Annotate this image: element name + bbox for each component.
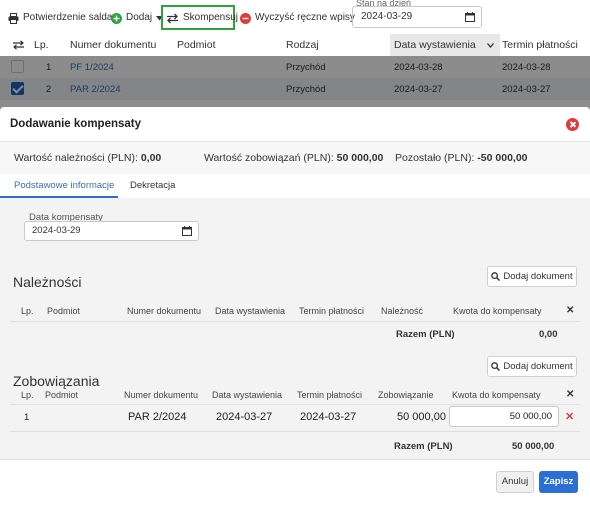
header-numer-dokumentu: Numer dokumentu	[127, 306, 202, 316]
dialog-title: Dodawanie kompensaty	[10, 118, 142, 130]
add-liability-document-button[interactable]: Dodaj dokument	[487, 356, 577, 377]
calendar-icon[interactable]	[182, 226, 192, 236]
divider	[10, 321, 580, 322]
header-lp[interactable]: Lp.	[34, 39, 49, 51]
receivables-title: Należności	[13, 274, 82, 290]
close-icon[interactable]	[566, 118, 579, 131]
liabilities-total-label: Razem (PLN)	[394, 441, 453, 452]
row-termin-platnosci: 2024-03-27	[300, 411, 357, 423]
header-podmiot: Podmiot	[47, 306, 81, 316]
dialog-tabs: Podstawowe informacje Dekretacja	[0, 174, 590, 198]
row-lp: 1	[24, 412, 30, 423]
header-data-wystawienia[interactable]: Data wystawienia	[394, 39, 476, 51]
header-podmiot: Podmiot	[45, 390, 79, 400]
compensation-date-input[interactable]: 2024-03-29	[24, 221, 199, 241]
swap-arrows-icon	[167, 13, 178, 23]
tab-basic-info[interactable]: Podstawowe informacje	[14, 180, 114, 191]
toolbar: Potwierdzenie salda Dodaj Skompensuj Wyc…	[0, 0, 590, 34]
clear-manual-entries-button[interactable]: Wyczyść ręczne wpisy	[240, 10, 355, 26]
compensate-label: Skompensuj	[183, 12, 239, 23]
header-rodzaj[interactable]: Rodzaj	[286, 39, 319, 51]
tab-posting[interactable]: Dekretacja	[130, 180, 175, 191]
minus-circle-icon	[240, 12, 251, 24]
printer-icon	[8, 12, 19, 24]
compensation-date-value: 2024-03-29	[32, 225, 81, 236]
swap-arrows-icon	[13, 40, 24, 50]
header-kwota-do-kompensaty: Kwota do kompensaty	[452, 390, 541, 400]
stan-na-dzien-value: 2024-03-29	[361, 11, 413, 22]
row-data-wystawienia: 2024-03-27	[216, 411, 273, 423]
header-termin-platnosci[interactable]: Termin płatności	[502, 39, 578, 51]
add-compensation-dialog: Dodawanie kompensaty Wartość należności …	[0, 107, 590, 505]
remaining-value-text: Pozostało (PLN): -50 000,00	[395, 152, 528, 164]
add-label: Dodaj	[126, 12, 153, 23]
documents-table-header: Lp. Numer dokumentu Podmiot Rodzaj Data …	[0, 34, 590, 56]
search-icon	[491, 272, 501, 281]
calendar-icon[interactable]	[465, 12, 475, 22]
liabilities-total-value: 50 000,00	[512, 441, 555, 452]
plus-circle-icon	[111, 12, 122, 24]
row-zobowiazanie: 50 000,00	[397, 411, 446, 423]
save-button[interactable]: Zapisz	[539, 471, 578, 493]
header-zobowiazanie: Zobowiązanie	[378, 390, 434, 400]
clear-manual-entries-label: Wyczyść ręczne wpisy	[255, 12, 355, 23]
sort-chevron-down-icon	[487, 43, 494, 48]
header-lp: Lp.	[21, 390, 34, 400]
header-kwota-do-kompensaty: Kwota do kompensaty	[453, 306, 542, 316]
receivables-value-text: Wartość należności (PLN): 0,00	[14, 152, 162, 164]
clear-liabilities-icon[interactable]: ✕	[566, 389, 574, 400]
header-termin-platnosci: Termin płatności	[299, 306, 365, 316]
add-dropdown-button[interactable]: Dodaj	[111, 10, 164, 26]
stan-na-dzien-input[interactable]: 2024-03-29	[352, 6, 482, 28]
dialog-footer: Anuluj Zapisz	[0, 459, 590, 505]
divider	[10, 404, 580, 405]
confirm-balance-button[interactable]: Potwierdzenie salda	[8, 10, 113, 26]
add-receivable-document-button[interactable]: Dodaj dokument	[487, 266, 577, 287]
header-data-wystawienia: Data wystawienia	[212, 390, 283, 400]
header-data-wystawienia: Data wystawienia	[215, 306, 286, 316]
compensation-summary: Wartość należności (PLN): 0,00 Wartość z…	[0, 142, 590, 174]
receivables-total-value: 0,00	[539, 329, 558, 340]
compensation-amount-input[interactable]: 50 000,00	[449, 406, 559, 427]
liabilities-title: Zobowiązania	[13, 373, 100, 389]
clear-receivables-icon[interactable]: ✕	[566, 305, 574, 316]
row-numer-dokumentu: PAR 2/2024	[128, 411, 187, 423]
confirm-balance-label: Potwierdzenie salda	[23, 12, 113, 23]
cancel-button[interactable]: Anuluj	[496, 471, 534, 493]
search-icon	[491, 362, 501, 371]
header-lp: Lp.	[21, 306, 34, 316]
header-termin-platnosci: Termin płatności	[297, 390, 363, 400]
header-naleznosc: Należność	[381, 306, 424, 316]
remove-row-icon[interactable]: ✕	[565, 410, 574, 423]
header-numer-dokumentu[interactable]: Numer dokumentu	[70, 39, 156, 51]
header-podmiot[interactable]: Podmiot	[177, 39, 216, 51]
basic-info-panel: Data kompensaty 2024-03-29 Należności Do…	[0, 198, 590, 459]
divider	[10, 431, 580, 432]
compensate-button[interactable]: Skompensuj	[166, 10, 238, 26]
add-liability-document-label: Dodaj dokument	[503, 361, 573, 372]
liabilities-value-text: Wartość zobowiązań (PLN): 50 000,00	[204, 152, 384, 164]
header-numer-dokumentu: Numer dokumentu	[124, 390, 199, 400]
add-receivable-document-label: Dodaj dokument	[503, 271, 573, 282]
receivables-total-label: Razem (PLN)	[396, 329, 455, 340]
